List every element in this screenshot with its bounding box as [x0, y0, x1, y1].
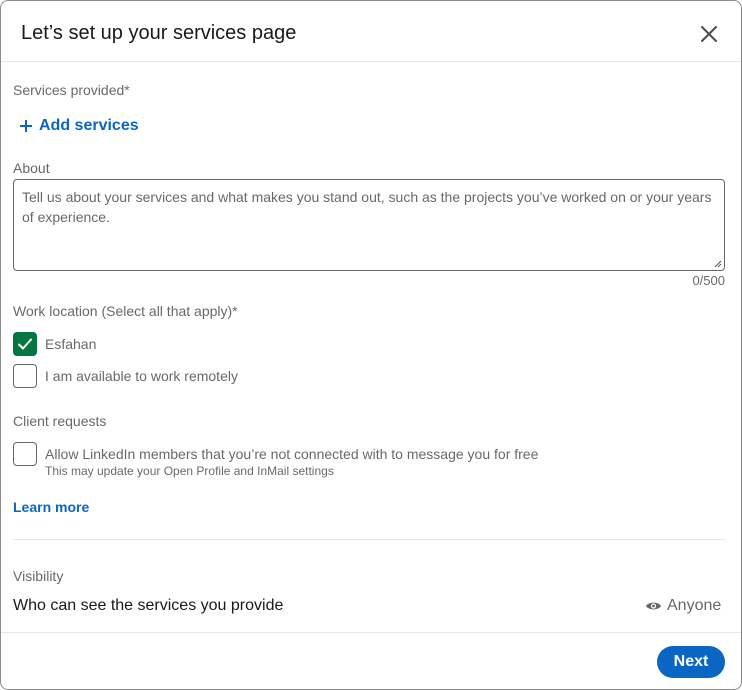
about-placeholder: Tell us about your services and what mak…: [22, 189, 712, 225]
add-services-label: Add services: [39, 117, 139, 134]
services-provided-label: Services provided*: [13, 82, 130, 98]
client-requests-checkbox[interactable]: [13, 442, 37, 466]
plus-icon: [20, 120, 32, 132]
visibility-label: Visibility: [13, 568, 64, 584]
visibility-selector[interactable]: Anyone: [645, 595, 721, 617]
dialog-header: Let’s set up your services page: [1, 1, 741, 62]
resize-handle-icon[interactable]: [714, 260, 722, 268]
work-location-option-esfahan[interactable]: Esfahan: [13, 332, 96, 356]
about-char-counter: 0/500: [692, 273, 725, 288]
work-location-option-remote[interactable]: I am available to work remotely: [13, 364, 238, 388]
close-button[interactable]: [694, 20, 724, 50]
about-textarea[interactable]: Tell us about your services and what mak…: [13, 179, 725, 271]
remote-checkbox[interactable]: [13, 364, 37, 388]
client-requests-label: Client requests: [13, 413, 107, 429]
close-icon: [701, 26, 717, 42]
services-setup-dialog: Let’s set up your services page Services…: [0, 0, 742, 690]
remote-label: I am available to work remotely: [45, 368, 238, 384]
checkmark-icon: [18, 338, 32, 350]
dialog-footer: Next: [1, 632, 741, 689]
client-requests-option-label: Allow LinkedIn members that you’re not c…: [45, 446, 539, 462]
esfahan-label: Esfahan: [45, 336, 97, 352]
dialog-title: Let’s set up your services page: [21, 22, 297, 44]
eye-icon: [646, 602, 661, 610]
visibility-value: Anyone: [667, 597, 722, 614]
client-requests-option[interactable]: Allow LinkedIn members that you’re not c…: [13, 442, 538, 478]
learn-more-link[interactable]: Learn more: [13, 498, 89, 516]
visibility-question: Who can see the services you provide: [13, 597, 284, 614]
dialog-content: Services provided* Add services About Te…: [1, 62, 741, 632]
client-requests-option-sublabel: This may update your Open Profile and In…: [45, 464, 334, 478]
esfahan-checkbox[interactable]: [13, 332, 37, 356]
about-label: About: [13, 160, 50, 176]
work-location-label: Work location (Select all that apply)*: [13, 303, 238, 319]
add-services-button[interactable]: Add services: [19, 115, 139, 137]
section-divider: [13, 539, 725, 540]
next-button[interactable]: Next: [657, 646, 725, 678]
